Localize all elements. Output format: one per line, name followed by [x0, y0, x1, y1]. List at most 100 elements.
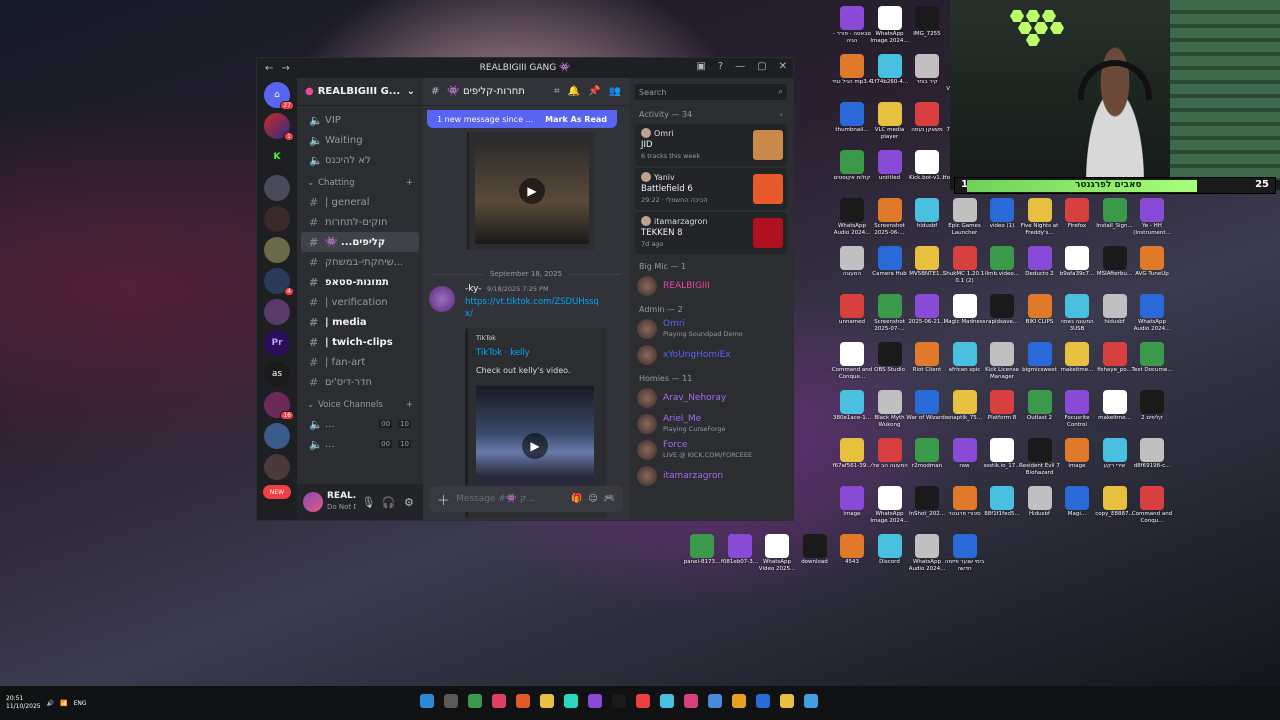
bell-icon[interactable]: 🔔 [568, 86, 580, 97]
taskbar-app-icon[interactable] [468, 694, 482, 708]
desktop-icon[interactable]: Command and Conqu... [1130, 486, 1174, 534]
voice-channel[interactable]: 🔈... 00 10 [301, 414, 419, 434]
server-icon[interactable] [264, 423, 290, 449]
activity-card[interactable]: itamarzagron TEKKEN 8 7d ago [635, 212, 787, 254]
desktop-icon[interactable]: WhatsApp Audio 2024... [1130, 294, 1174, 342]
add-channel-icon[interactable]: + [406, 400, 413, 410]
member-item[interactable]: REALBIGIII [629, 273, 793, 299]
taskbar-app-icon[interactable] [516, 694, 530, 708]
search-input[interactable]: Search ⌕ [635, 84, 787, 100]
embed-title[interactable]: TikTok · kelly [476, 348, 530, 358]
help-icon[interactable]: ? [718, 61, 723, 72]
voice-channel[interactable]: 🔈 Waiting [301, 130, 419, 150]
server-icon-pr[interactable]: Pr [264, 330, 290, 356]
headphones-icon[interactable]: 🎧 [381, 496, 397, 509]
text-channel[interactable]: # | fan-art [301, 352, 419, 372]
text-channel[interactable]: # 👾 ...קליפים [301, 232, 419, 252]
taskbar-app-icon[interactable] [804, 694, 818, 708]
taskbar-app-icon[interactable] [732, 694, 746, 708]
wifi-icon[interactable]: 📶 [60, 700, 67, 707]
add-attachment-icon[interactable]: ＋ [437, 490, 450, 509]
taskbar-app-icon[interactable] [756, 694, 770, 708]
message-input[interactable]: Message #👾 ק... [456, 494, 565, 504]
close-button[interactable]: ✕ [779, 61, 787, 72]
threads-icon[interactable]: ⌗ [554, 86, 560, 97]
avatar[interactable] [303, 492, 323, 512]
voice-channel[interactable]: 🔈 VIP [301, 110, 419, 130]
member-item[interactable]: Arav_Nehoray [629, 385, 793, 411]
server-icon-as[interactable]: as [264, 361, 290, 387]
inbox-icon[interactable]: ▣ [696, 61, 705, 72]
dm-home-button[interactable]: ⌂ 27 [264, 82, 294, 110]
taskbar-app-icon[interactable] [444, 694, 458, 708]
desktop-icon[interactable]: בימי שנער פיזמה חדשה [943, 534, 987, 582]
text-channel[interactable]: # חדר-דיס'ים [301, 372, 419, 392]
clock[interactable]: 20:51 11/10/2025 [6, 695, 41, 711]
new-message-banner[interactable]: 1 new message since ... Mark As Read [427, 110, 617, 128]
member-item[interactable]: Ariel_Me Playing CurseForge [629, 411, 793, 437]
desktop-icon[interactable]: Ye - HH (Instrument... [1130, 198, 1174, 246]
taskbar-app-icon[interactable] [708, 694, 722, 708]
desktop-icon[interactable]: קליפים 2 [1130, 390, 1174, 438]
play-icon[interactable]: ▶ [522, 433, 548, 459]
gamepad-icon[interactable]: 🎮 [604, 494, 615, 504]
emoji-icon[interactable]: ☺ [588, 494, 597, 504]
play-icon[interactable]: ▶ [519, 178, 545, 204]
taskbar-app-icon[interactable] [588, 694, 602, 708]
server-icon[interactable]: 4 [264, 268, 294, 296]
category-chatting[interactable]: ⌄ Chatting + [301, 174, 419, 192]
text-channel[interactable]: # חוקים-לתחרות [301, 212, 419, 232]
text-channel[interactable]: # שיחקתי-במשחק... [301, 252, 419, 272]
kick-server-icon[interactable]: K [264, 144, 290, 170]
taskbar-app-icon[interactable] [684, 694, 698, 708]
text-channel[interactable]: # | twich-clips [301, 332, 419, 352]
server-icon[interactable]: 1 [264, 113, 294, 141]
taskbar-app-icon[interactable] [780, 694, 794, 708]
voice-channel[interactable]: 🔈... 00 10 [301, 434, 419, 454]
taskbar-app-icon[interactable] [660, 694, 674, 708]
gift-icon[interactable]: 🎁 [571, 494, 582, 504]
taskbar-app-icon[interactable] [564, 694, 578, 708]
server-icon[interactable] [264, 299, 290, 325]
mark-as-read-button[interactable]: Mark As Read [545, 115, 607, 124]
add-channel-icon[interactable]: + [406, 178, 413, 188]
member-item[interactable]: Force LIVE @ KICK.COM/FORCEEE [629, 437, 793, 463]
member-item[interactable]: Omri Playing Soundpad Demo [629, 316, 793, 342]
activity-card[interactable]: Omri JID 6 tracks this week [635, 124, 787, 166]
server-header[interactable]: ● REALBIGIII G... ⌄ [297, 78, 423, 106]
member-item[interactable]: xYoUngHomiEx [629, 342, 793, 368]
desktop-icon[interactable]: Text Docume... [1130, 342, 1174, 390]
taskbar-app-icon[interactable] [612, 694, 626, 708]
avatar[interactable] [429, 286, 455, 312]
taskbar-app-icon[interactable] [420, 694, 434, 708]
server-icon[interactable] [264, 175, 290, 201]
video-embed[interactable]: ▶ [467, 132, 595, 250]
desktop-icon[interactable]: AVG TuneUp [1130, 246, 1174, 294]
members-icon[interactable]: 👥 [609, 86, 621, 97]
pin-icon[interactable]: 📌 [588, 86, 600, 97]
chevron-right-icon[interactable]: › [780, 110, 783, 119]
volume-icon[interactable]: 🔊 [47, 700, 54, 707]
category-voice[interactable]: ⌄ Voice Channels + [301, 396, 419, 414]
text-channel[interactable]: # | general [301, 192, 419, 212]
text-channel[interactable]: # תמונות-סטאפ [301, 272, 419, 292]
voice-channel[interactable]: 🔈 לא להיכנס [301, 150, 419, 170]
new-badge[interactable]: NEW [263, 485, 291, 499]
language-indicator[interactable]: ENG [74, 700, 87, 707]
taskbar-app-icon[interactable] [636, 694, 650, 708]
gear-icon[interactable]: ⚙ [401, 496, 417, 509]
taskbar-app-icon[interactable] [540, 694, 554, 708]
maximize-button[interactable]: ▢ [757, 61, 766, 72]
server-icon[interactable] [264, 454, 290, 480]
server-icon[interactable] [264, 206, 290, 232]
server-icon[interactable]: 16 [264, 392, 294, 420]
member-item[interactable]: itamarzagron [629, 463, 793, 489]
text-channel[interactable]: # | media [301, 312, 419, 332]
desktop-icon[interactable]: d8f69198-c... [1130, 438, 1174, 486]
message-link[interactable]: https://vt.tiktok.com/ZSDUHssqx/ [465, 296, 605, 320]
taskbar-app-icon[interactable] [492, 694, 506, 708]
server-icon[interactable] [264, 237, 290, 263]
microphone-icon[interactable]: 🎙 [360, 496, 376, 509]
text-channel[interactable]: # | verification [301, 292, 419, 312]
message-author[interactable]: -ky- [465, 284, 482, 294]
